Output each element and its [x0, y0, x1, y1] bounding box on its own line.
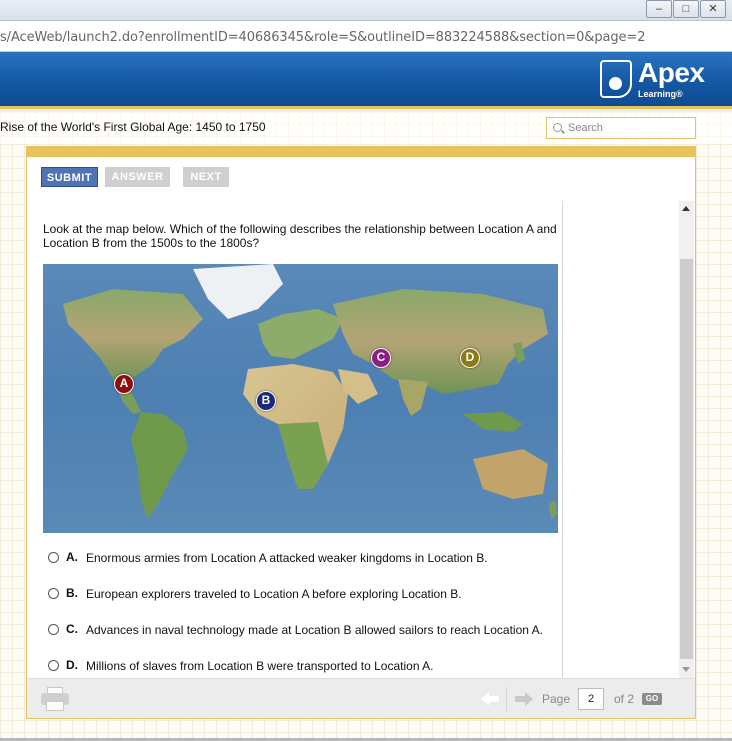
question-text: Look at the map below. Which of the foll… — [43, 222, 557, 250]
page-total: of 2 — [614, 692, 635, 706]
previous-page-arrow-icon[interactable] — [481, 692, 499, 706]
maximize-button[interactable]: □ — [673, 0, 699, 18]
submit-button[interactable]: SUBMIT — [41, 167, 98, 187]
option-text: European explorers traveled to Location … — [86, 587, 462, 601]
printer-icon[interactable] — [41, 687, 69, 711]
option-text: Millions of slaves from Location B were … — [86, 659, 434, 673]
option-letter: D. — [66, 658, 78, 672]
option-text: Enormous armies from Location A attacked… — [86, 551, 488, 565]
panel-footer: Page 2 of 2 GO — [27, 678, 695, 718]
scrollbar-thumb[interactable] — [680, 259, 693, 659]
option-d-radio[interactable] — [48, 660, 59, 671]
logo-subtext: Learning® — [638, 89, 683, 99]
location-d-marker: D — [460, 348, 480, 368]
option-b-radio[interactable] — [48, 588, 59, 599]
world-map-image — [63, 264, 557, 519]
page-number-input[interactable]: 2 — [578, 688, 604, 710]
location-a-marker: A — [114, 374, 134, 394]
option-c[interactable]: C. Advances in naval technology made at … — [41, 621, 561, 639]
world-map: A B C D — [43, 264, 558, 533]
page-label: Page — [542, 692, 571, 706]
scroll-up-arrow-icon[interactable] — [682, 206, 690, 211]
pager-divider — [506, 687, 507, 711]
url-text[interactable]: s/AceWeb/launch2.do?enrollmentID=4068634… — [0, 30, 645, 45]
location-c-marker: C — [371, 348, 391, 368]
option-letter: C. — [66, 622, 78, 636]
go-button[interactable]: GO — [642, 693, 662, 705]
option-d[interactable]: D. Millions of slaves from Location B we… — [41, 657, 561, 675]
search-input[interactable]: Search — [546, 117, 696, 139]
apex-logo: Apex Learning® — [600, 57, 705, 103]
option-a[interactable]: A. Enormous armies from Location A attac… — [41, 549, 561, 567]
search-placeholder: Search — [568, 122, 603, 134]
apex-logo-icon — [600, 60, 632, 98]
vertical-scrollbar[interactable] — [679, 201, 694, 678]
option-c-radio[interactable] — [48, 624, 59, 635]
option-a-radio[interactable] — [48, 552, 59, 563]
address-bar[interactable]: s/AceWeb/launch2.do?enrollmentID=4068634… — [0, 21, 732, 52]
next-page-arrow-icon[interactable] — [515, 692, 533, 706]
scroll-down-arrow-icon[interactable] — [682, 667, 690, 672]
minimize-button[interactable]: – — [646, 0, 672, 18]
site-header: Apex Learning® — [0, 52, 732, 109]
option-letter: A. — [66, 550, 78, 564]
panel-accent-bar — [27, 147, 695, 157]
window-titlebar: – □ ✕ — [0, 0, 732, 21]
answer-button[interactable]: ANSWER — [105, 167, 170, 187]
question-scroll-area[interactable]: Look at the map below. Which of the foll… — [41, 201, 694, 678]
lesson-title: Rise of the World's First Global Age: 14… — [0, 120, 266, 134]
search-icon — [553, 123, 562, 132]
window-controls: – □ ✕ — [645, 0, 726, 18]
location-b-marker: B — [256, 391, 276, 411]
close-button[interactable]: ✕ — [700, 0, 726, 18]
activity-panel: SUBMIT ANSWER NEXT Look at the map below… — [26, 146, 696, 719]
option-b[interactable]: B. European explorers traveled to Locati… — [41, 585, 561, 603]
next-button[interactable]: NEXT — [183, 167, 229, 187]
option-letter: B. — [66, 586, 78, 600]
option-text: Advances in naval technology made at Loc… — [86, 623, 543, 637]
content-divider — [562, 201, 563, 678]
logo-text: Apex — [638, 57, 705, 88]
